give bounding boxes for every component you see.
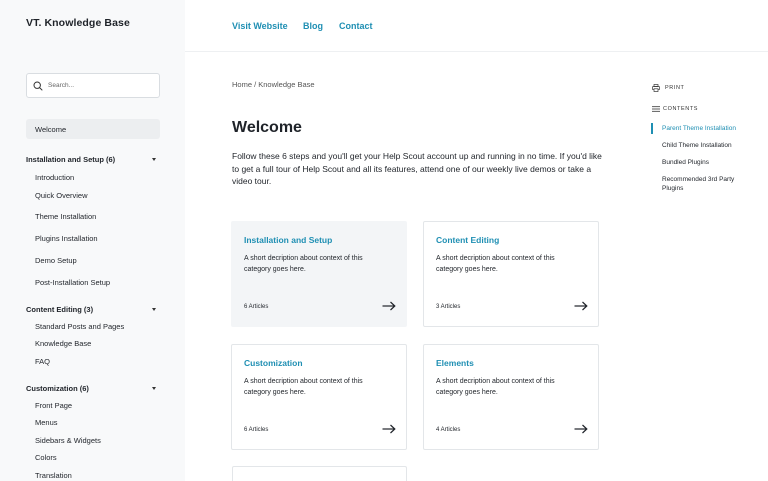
category-card-content-editing[interactable]: Content Editing A short decription about… — [423, 221, 599, 327]
nav-link-contact[interactable]: Contact — [339, 21, 373, 31]
sidebar-item-demo-setup[interactable]: Demo Setup — [35, 256, 77, 265]
category-card-partial[interactable] — [232, 466, 407, 481]
card-article-count: 4 Articles — [436, 427, 461, 433]
sidebar-group-content-editing[interactable]: Content Editing (3) — [26, 305, 156, 314]
print-label: PRINT — [665, 85, 685, 91]
sidebar-group-customization[interactable]: Customization (6) — [26, 384, 156, 393]
sidebar-item-theme-installation[interactable]: Theme Installation — [35, 212, 96, 221]
top-nav: Visit Website Blog Contact — [185, 0, 768, 52]
contents-label: CONTENTS — [663, 106, 699, 112]
toc-item-recommended-plugins[interactable]: Recommended 3rd Party Plugins — [662, 175, 740, 193]
sidebar-group-label: Content Editing (3) — [26, 305, 94, 314]
print-button[interactable]: PRINT — [652, 84, 685, 92]
card-title[interactable]: Installation and Setup — [244, 235, 332, 245]
nav-link-blog[interactable]: Blog — [303, 21, 323, 31]
sidebar-item-plugins-installation[interactable]: Plugins Installation — [35, 234, 98, 243]
page-title: Welcome — [232, 119, 302, 136]
sidebar-group-installation[interactable]: Installation and Setup (6) — [26, 155, 156, 164]
category-card-elements[interactable]: Elements A short decription about contex… — [423, 344, 599, 450]
breadcrumb: Home / Knowledge Base — [232, 80, 315, 89]
sidebar-item-sidebars-widgets[interactable]: Sidebars & Widgets — [35, 436, 101, 445]
arrow-right-icon[interactable] — [382, 424, 396, 434]
card-title[interactable]: Customization — [244, 358, 303, 368]
arrow-right-icon[interactable] — [574, 424, 588, 434]
card-title[interactable]: Elements — [436, 358, 474, 368]
sidebar-item-post-installation-setup[interactable]: Post-Installation Setup — [35, 278, 110, 287]
search-box[interactable] — [26, 73, 160, 98]
sidebar-item-knowledge-base[interactable]: Knowledge Base — [35, 339, 91, 348]
contents-heading: CONTENTS — [652, 106, 698, 112]
sidebar-group-label: Customization (6) — [26, 384, 89, 393]
site-brand[interactable]: VT. Knowledge Base — [26, 17, 130, 29]
toc-item-parent-theme[interactable]: Parent Theme Installation — [662, 124, 752, 133]
search-icon — [33, 80, 43, 91]
category-card-installation[interactable]: Installation and Setup A short decriptio… — [231, 221, 407, 327]
card-article-count: 6 Articles — [244, 304, 269, 310]
caret-down-icon — [152, 308, 156, 311]
toc-active-indicator — [651, 123, 653, 134]
sidebar-item-menus[interactable]: Menus — [35, 418, 58, 427]
arrow-right-icon[interactable] — [382, 301, 396, 311]
card-description: A short decription about context of this… — [244, 255, 363, 273]
card-description: A short decription about context of this… — [436, 378, 555, 396]
sidebar-item-translation[interactable]: Translation — [35, 471, 72, 480]
search-input[interactable] — [48, 82, 148, 89]
printer-icon — [652, 84, 660, 92]
list-icon — [652, 106, 660, 112]
sidebar-item-colors[interactable]: Colors — [35, 453, 57, 462]
card-description: A short decription about context of this… — [436, 255, 555, 273]
category-card-customization[interactable]: Customization A short decription about c… — [231, 344, 407, 450]
toc-item-child-theme[interactable]: Child Theme Installation — [662, 141, 752, 150]
card-description: A short decription about context of this… — [244, 378, 363, 396]
caret-down-icon — [152, 158, 156, 161]
card-article-count: 6 Articles — [244, 427, 269, 433]
sidebar-item-quick-overview[interactable]: Quick Overview — [35, 191, 88, 200]
toc-item-bundled-plugins[interactable]: Bundled Plugins — [662, 158, 752, 167]
sidebar-group-label: Installation and Setup (6) — [26, 155, 116, 164]
sidebar: VT. Knowledge Base Welcome Installation … — [0, 0, 185, 481]
caret-down-icon — [152, 387, 156, 390]
sidebar-item-faq[interactable]: FAQ — [35, 357, 50, 366]
nav-link-visit-website[interactable]: Visit Website — [232, 21, 288, 31]
sidebar-item-front-page[interactable]: Front Page — [35, 401, 72, 410]
sidebar-item-introduction[interactable]: Introduction — [35, 173, 74, 182]
intro-text: Follow these 6 steps and you'll get your… — [232, 151, 602, 186]
sidebar-item-welcome[interactable]: Welcome — [26, 119, 160, 139]
sidebar-item-standard-posts[interactable]: Standard Posts and Pages — [35, 322, 124, 331]
card-title[interactable]: Content Editing — [436, 235, 499, 245]
arrow-right-icon[interactable] — [574, 301, 588, 311]
card-article-count: 3 Articles — [436, 304, 461, 310]
